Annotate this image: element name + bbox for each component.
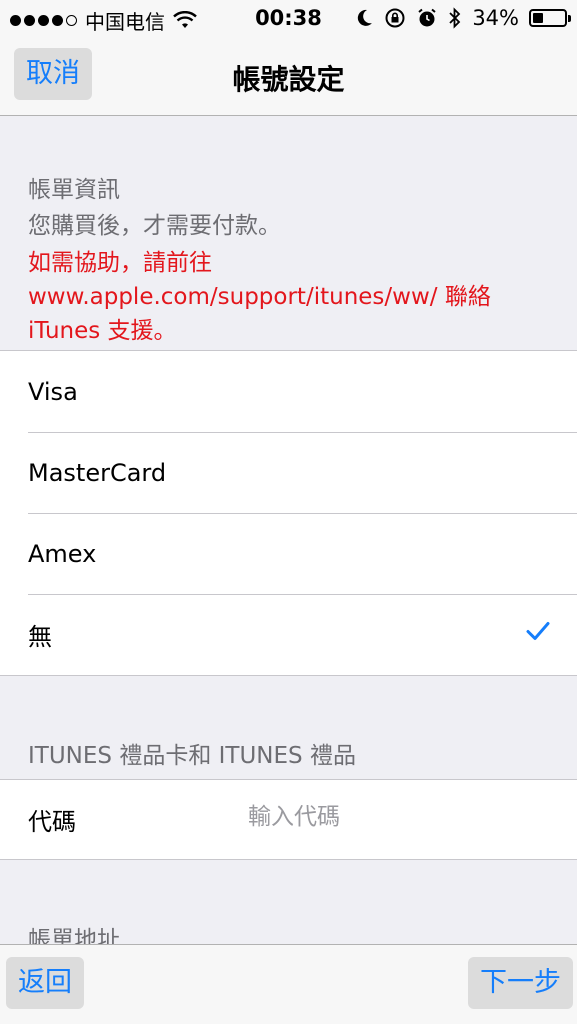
alarm-icon xyxy=(418,8,436,27)
lock-rotation-icon xyxy=(385,8,405,28)
navigation-bar: 取消 帳號設定 xyxy=(0,40,577,116)
help-link-line[interactable]: www.apple.com/support/itunes/ww/ 聯絡 xyxy=(28,280,558,314)
gift-code-row: 代碼 xyxy=(0,780,577,859)
payment-option-amex[interactable]: Amex xyxy=(0,513,577,594)
screen: 中国电信 00:38 34% 取消 帳號設定 帳單資訊 您購買後，才需要付款。 … xyxy=(0,0,577,1024)
billing-info-header: 帳單資訊 xyxy=(28,177,120,203)
payment-option-mastercard[interactable]: MasterCard xyxy=(0,432,577,513)
gift-code-label: 代碼 xyxy=(28,808,76,836)
back-button[interactable]: 返回 xyxy=(6,957,84,1009)
battery-icon xyxy=(529,9,571,27)
payment-option-visa[interactable]: Visa xyxy=(0,351,577,432)
bluetooth-icon xyxy=(449,7,461,29)
help-text-line: 如需協助，請前往 xyxy=(28,250,212,276)
gift-code-group: 代碼 xyxy=(0,779,577,860)
itunes-gift-header: ITUNES 禮品卡和 ITUNES 禮品 xyxy=(28,743,356,769)
help-text-line: iTunes 支援。 xyxy=(28,318,177,344)
payment-option-none[interactable]: 無 xyxy=(0,594,577,675)
battery-percent: 34% xyxy=(472,6,519,30)
gift-code-input[interactable] xyxy=(248,804,548,830)
payment-method-list: Visa MasterCard Amex 無 xyxy=(0,350,577,676)
battery-nub xyxy=(568,15,571,22)
next-button[interactable]: 下一步 xyxy=(468,957,573,1009)
payment-option-label: Visa xyxy=(28,377,78,406)
status-bar: 中国电信 00:38 34% xyxy=(0,0,577,40)
payment-option-label: 無 xyxy=(28,623,52,651)
status-right: 34% xyxy=(356,6,571,30)
help-text: 如需協助，請前往 www.apple.com/support/itunes/ww… xyxy=(28,246,558,348)
payment-option-label: MasterCard xyxy=(28,458,167,487)
billing-info-section: 帳單資訊 您購買後，才需要付款。 如需協助，請前往 www.apple.com/… xyxy=(28,172,558,348)
moon-icon xyxy=(358,9,373,26)
payment-option-label: Amex xyxy=(28,539,97,568)
page-title: 帳號設定 xyxy=(232,63,345,96)
billing-info-subtitle: 您購買後，才需要付款。 xyxy=(28,213,281,239)
battery-fill xyxy=(533,13,543,23)
check-icon xyxy=(526,622,550,640)
bottom-toolbar: 返回 下一步 xyxy=(0,944,577,1024)
